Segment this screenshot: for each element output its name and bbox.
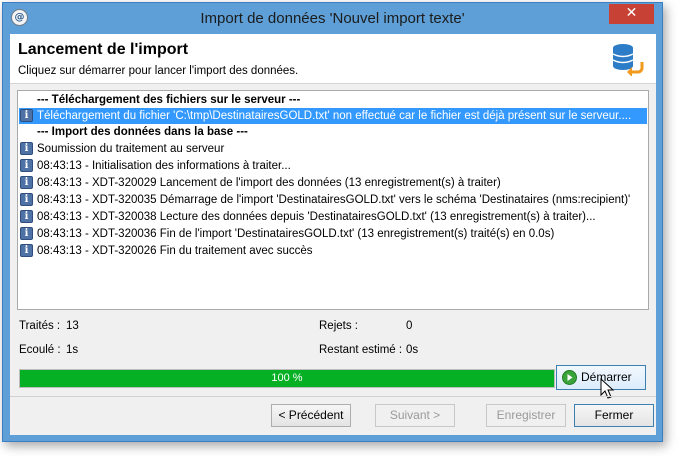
log-row[interactable]: i 08:43:13 - XDT-320038 Lecture des donné…	[19, 209, 647, 225]
info-icon: i	[20, 142, 33, 155]
info-icon: i	[20, 193, 33, 206]
window-title: Import de données 'Nouvel import texte'	[200, 10, 465, 27]
info-icon: i	[20, 244, 33, 257]
log-row[interactable]: i 08:43:13 - XDT-320035 Démarrage de l'im…	[19, 192, 647, 208]
wizard-header: Lancement de l'import Cliquez sur démarr…	[10, 34, 656, 84]
footer-divider	[10, 396, 656, 397]
log-row[interactable]: i 08:43:13 - XDT-320036 Fin de l'import '…	[19, 226, 647, 242]
log-section-header[interactable]: --- Import des données dans la base ---	[19, 124, 647, 140]
remaining-label: Restant estimé :	[319, 344, 403, 356]
log-row[interactable]: i 08:43:13 - XDT-320029 Lancement de l'im…	[19, 175, 647, 191]
elapsed-value: 1s	[66, 344, 79, 356]
wizard-body: Lancement de l'import Cliquez sur démarr…	[10, 34, 656, 435]
info-icon: i	[20, 210, 33, 223]
processed-label: Traités :	[19, 320, 61, 332]
page-title: Lancement de l'import	[18, 41, 189, 58]
info-icon: i	[20, 176, 33, 189]
page-subtitle: Cliquez sur démarrer pour lancer l'impor…	[18, 65, 299, 77]
next-button[interactable]: Suivant >	[375, 404, 455, 427]
close-window-button[interactable]: ✕	[609, 4, 654, 24]
rejected-value: 0	[406, 320, 413, 332]
log-row[interactable]: i Soumission du traitement au serveur	[19, 141, 647, 157]
import-window: @ Import de données 'Nouvel import texte…	[2, 2, 663, 442]
log-row[interactable]: i 08:43:13 - Initialisation des informati…	[19, 158, 647, 174]
info-icon: i	[20, 227, 33, 240]
processed-value: 13	[66, 320, 79, 332]
save-button[interactable]: Enregistrer	[486, 404, 566, 427]
import-log-list[interactable]: --- Téléchargement des fichiers sur le s…	[17, 90, 649, 310]
close-button[interactable]: Fermer	[574, 404, 654, 427]
database-import-icon	[612, 44, 644, 76]
play-icon	[562, 370, 577, 385]
remaining-value: 0s	[406, 344, 419, 356]
previous-button[interactable]: < Précédent	[271, 404, 351, 427]
info-icon: i	[20, 159, 33, 172]
info-icon: i	[20, 109, 33, 122]
log-section-header[interactable]: --- Téléchargement des fichiers sur le s…	[19, 92, 647, 108]
title-bar[interactable]: @ Import de données 'Nouvel import texte…	[3, 3, 662, 33]
elapsed-label: Ecoulé :	[19, 344, 61, 356]
progress-label: 100 %	[271, 372, 303, 384]
rejected-label: Rejets :	[319, 320, 358, 332]
log-row[interactable]: i 08:43:13 - XDT-320026 Fin du traitement…	[19, 243, 647, 259]
import-progress-bar: 100 %	[19, 369, 555, 388]
log-row-selected[interactable]: i Téléchargement du fichier 'C:\tmp\Desti…	[19, 108, 647, 124]
